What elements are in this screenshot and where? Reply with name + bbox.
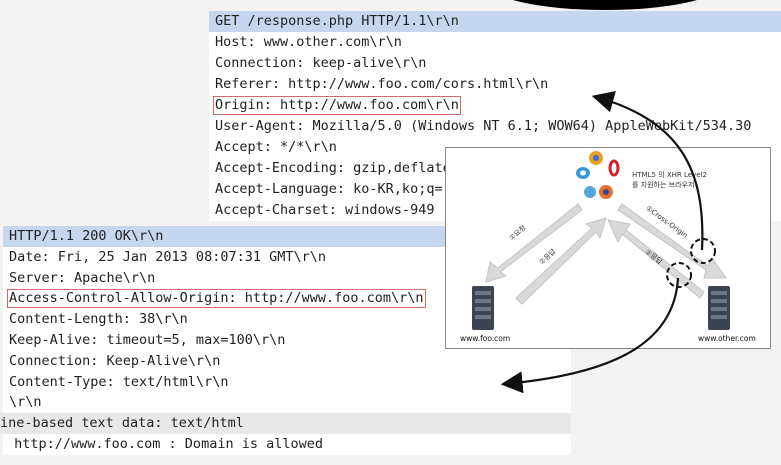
request-header-referer[interactable]: Referer: http://www.foo.com/cors.html\r\… — [209, 74, 781, 95]
diagram-graphics — [472, 151, 730, 330]
black-ellipse-shape — [490, 0, 720, 10]
origin-header-highlight: Origin: http://www.foo.com\r\n — [213, 96, 461, 115]
request-line[interactable]: GET /response.php HTTP/1.1\r\n — [209, 11, 781, 32]
safari-icon — [584, 186, 596, 198]
response-header-content-type[interactable]: Content-Type: text/html\r\n — [3, 372, 571, 393]
dashed-circle-origin-marker — [690, 238, 716, 264]
left-server-icon — [472, 286, 494, 330]
browser-caption-line1: HTML5 의 XHR Level2 — [632, 171, 707, 179]
acao-header-highlight: Access-Control-Allow-Origin: http://www.… — [7, 289, 426, 309]
request-header-host[interactable]: Host: www.other.com\r\n — [209, 32, 781, 53]
cors-diagram: HTML5 의 XHR Level2 를 지원하는 브라우저 ①요청 ②응답 ①… — [445, 147, 771, 349]
request-header-connection[interactable]: Connection: keep-alive\r\n — [209, 53, 781, 74]
response-header-connection[interactable]: Connection: Keep-Alive\r\n — [3, 351, 571, 372]
request-header-user-agent[interactable]: User-Agent: Mozilla/5.0 (Windows NT 6.1;… — [209, 116, 781, 137]
right-server-icon — [708, 286, 730, 330]
browser-caption-line2: 를 지원하는 브라우저 — [632, 181, 695, 189]
line-based-text-section[interactable]: ine-based text data: text/html — [0, 413, 571, 434]
foo-server-label: www.foo.com — [460, 334, 511, 343]
request-header-origin-row[interactable]: Origin: http://www.foo.com\r\n — [209, 95, 781, 116]
other-server-label: www.other.com — [698, 334, 756, 343]
browser-icons — [576, 151, 620, 199]
response-body-text[interactable]: http://www.foo.com : Domain is allowed — [0, 434, 571, 455]
response-crlf[interactable]: \r\n — [3, 392, 571, 413]
opera-icon — [608, 159, 620, 177]
